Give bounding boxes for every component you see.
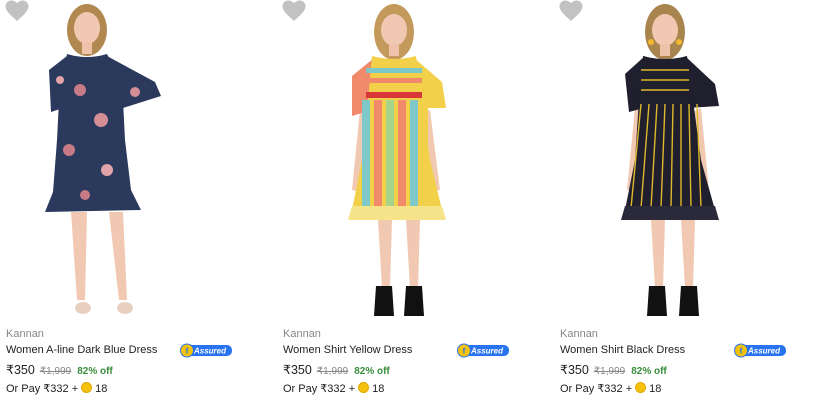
coin-count: 18	[95, 383, 108, 395]
pay-with-coins: Or Pay ₹332 + 18	[560, 382, 661, 395]
price: ₹350	[6, 363, 35, 377]
product-title[interactable]: Women A-line Dark Blue Dress	[6, 344, 157, 356]
product-card[interactable]: Kannan Women Shirt Black Dress f Assured…	[559, 0, 815, 401]
mrp: ₹1,999	[593, 366, 626, 377]
pay-prefix: Or Pay ₹332 +	[560, 383, 633, 395]
svg-text:f: f	[463, 347, 466, 356]
product-image[interactable]	[559, 0, 815, 322]
coin-icon	[635, 382, 647, 393]
assured-label: Assured	[470, 347, 504, 356]
coin-icon	[358, 382, 370, 393]
brand-name: Kannan	[283, 328, 321, 340]
assured-badge: f Assured	[180, 343, 232, 358]
heart-icon[interactable]	[559, 0, 583, 22]
heart-icon[interactable]	[5, 0, 29, 22]
price-row: ₹350 ₹1,999 82% off	[283, 362, 390, 377]
coin-count: 18	[372, 383, 385, 395]
assured-badge: f Assured	[457, 343, 509, 358]
mrp: ₹1,999	[316, 366, 349, 377]
assured-label: Assured	[747, 347, 781, 356]
product-image[interactable]	[282, 0, 544, 322]
discount: 82% off	[77, 366, 113, 377]
discount: 82% off	[354, 366, 390, 377]
pay-prefix: Or Pay ₹332 +	[283, 383, 356, 395]
heart-icon[interactable]	[282, 0, 306, 22]
assured-label: Assured	[193, 347, 227, 356]
price: ₹350	[560, 363, 589, 377]
brand-name: Kannan	[560, 328, 598, 340]
assured-badge: f Assured	[734, 343, 786, 358]
product-image[interactable]	[5, 0, 267, 322]
discount: 82% off	[631, 366, 667, 377]
coin-count: 18	[649, 383, 662, 395]
product-card[interactable]: Kannan Women Shirt Yellow Dress f Assure…	[282, 0, 544, 401]
mrp: ₹1,999	[39, 366, 72, 377]
pay-with-coins: Or Pay ₹332 + 18	[6, 382, 107, 395]
price-row: ₹350 ₹1,999 82% off	[560, 362, 667, 377]
svg-text:f: f	[740, 347, 743, 356]
svg-text:f: f	[186, 347, 189, 356]
coin-icon	[81, 382, 93, 393]
brand-name: Kannan	[6, 328, 44, 340]
product-title[interactable]: Women Shirt Yellow Dress	[283, 344, 412, 356]
pay-with-coins: Or Pay ₹332 + 18	[283, 382, 384, 395]
price: ₹350	[283, 363, 312, 377]
price-row: ₹350 ₹1,999 82% off	[6, 362, 113, 377]
product-card[interactable]: Kannan Women A-line Dark Blue Dress f As…	[5, 0, 267, 401]
pay-prefix: Or Pay ₹332 +	[6, 383, 79, 395]
product-title[interactable]: Women Shirt Black Dress	[560, 344, 685, 356]
